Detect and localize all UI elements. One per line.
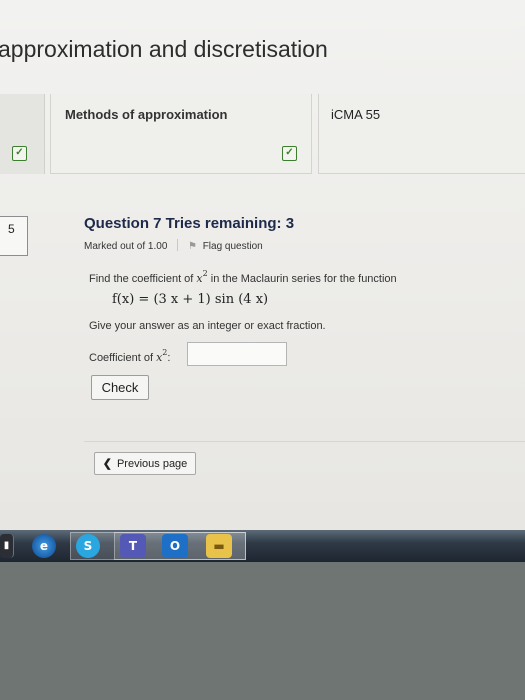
tab-label: Methods of approximation: [65, 107, 228, 122]
meta-divider: [177, 239, 179, 251]
marked-out-of: Marked out of 1.00: [84, 241, 168, 252]
question-number: 5: [8, 222, 15, 236]
file-explorer-icon[interactable]: ▬: [206, 534, 232, 558]
skype-icon[interactable]: S: [76, 534, 100, 558]
answer-field[interactable]: [187, 342, 287, 366]
flag-icon[interactable]: ⚑: [188, 241, 197, 252]
section-tabs: Methods of approximation iCMA 55: [0, 94, 525, 174]
question-number-box: 5: [0, 216, 28, 256]
page-title: approximation and discretisation: [0, 36, 328, 62]
previous-page-label: Previous page: [116, 458, 188, 470]
teams-icon[interactable]: T: [120, 534, 146, 558]
previous-page-button[interactable]: ❮ Previous page: [94, 452, 196, 475]
chevron-left-icon: ❮: [102, 458, 112, 470]
check-button[interactable]: Check: [91, 375, 149, 400]
completion-check-icon[interactable]: ✓: [282, 146, 297, 161]
internet-explorer-icon[interactable]: e: [32, 534, 56, 558]
question-prompt: Find the coefficient of x2 in the Maclau…: [89, 269, 397, 285]
tab-label: iCMA 55: [331, 107, 381, 122]
start-button-icon[interactable]: ▮: [0, 534, 14, 558]
outlook-icon[interactable]: O: [162, 534, 188, 558]
tab-methods-of-approximation[interactable]: Methods of approximation: [50, 94, 312, 174]
prompt-text-before: Find the coefficient of: [89, 273, 197, 285]
browser-viewport: approximation and discretisation Methods…: [0, 0, 525, 530]
flag-question-link[interactable]: Flag question: [203, 241, 263, 252]
question-meta: Marked out of 1.00 ⚑ Flag question: [84, 239, 263, 252]
tab-stub: [0, 94, 45, 174]
answer-label-text: Coefficient of: [89, 352, 157, 364]
answer-label-colon: :: [167, 352, 171, 364]
completion-check-icon[interactable]: ✓: [12, 146, 27, 161]
taskbar: ▮ e S T O ▬: [0, 530, 525, 562]
prompt-text-after: in the Maclaurin series for the function: [207, 273, 397, 285]
function-formula: f(x) = (3 x + 1) sin (4 x): [112, 292, 269, 307]
tab-icma-55[interactable]: iCMA 55: [318, 94, 525, 174]
question-title: Question 7 Tries remaining: 3: [84, 215, 295, 232]
answer-instruction: Give your answer as an integer or exact …: [89, 320, 326, 332]
answer-label: Coefficient of x2:: [89, 348, 170, 364]
divider: [84, 441, 525, 442]
